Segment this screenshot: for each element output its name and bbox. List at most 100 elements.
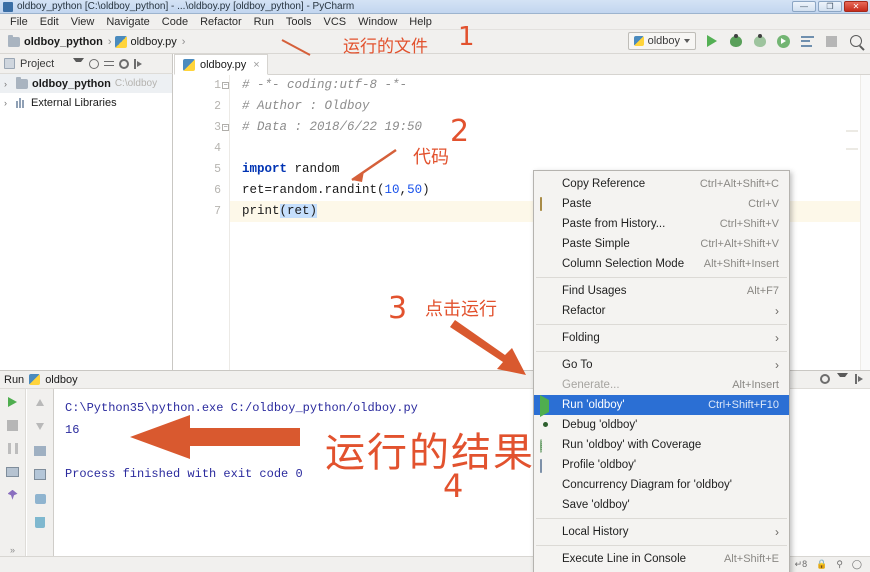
search-icon[interactable]: ◯ [852, 559, 862, 570]
close-button[interactable]: ✕ [844, 1, 868, 12]
menu-item-run-with-coverage[interactable]: Run 'oldboy' with Coverage [534, 435, 789, 455]
menu-item-debug-oldboy[interactable]: Debug 'oldboy' [534, 415, 789, 435]
coverage-button[interactable] [751, 33, 768, 50]
menu-vcs[interactable]: VCS [318, 14, 353, 30]
rerun-button[interactable] [5, 395, 20, 409]
breadcrumb-project-label: oldboy_python [24, 35, 103, 48]
menu-item-label: Paste [562, 198, 592, 210]
menu-window[interactable]: Window [352, 14, 403, 30]
lock-icon[interactable]: 🔒 [816, 559, 827, 570]
fold-marker-icon[interactable]: − [222, 124, 229, 131]
menu-tools[interactable]: Tools [280, 14, 318, 30]
menu-item-concurrency-diagram[interactable]: Concurrency Diagram for 'oldboy' [534, 475, 789, 495]
maximize-button[interactable]: ❐ [818, 1, 842, 12]
pin-icon[interactable]: ⚲ [836, 559, 843, 570]
pause-button[interactable] [5, 441, 20, 455]
editor-gutter: 1 2 3 4 5 6 7 − − [174, 75, 230, 370]
menu-item-label: Save 'oldboy' [562, 499, 630, 511]
export-icon[interactable] [33, 467, 48, 482]
code-line: # -*- coding:utf-8 -*- [230, 75, 870, 96]
menu-item-label: Paste from History... [562, 218, 666, 230]
tree-node-project-label: oldboy_python [32, 77, 111, 90]
line-number: 2 [214, 100, 221, 113]
breadcrumb-file[interactable]: oldboy.py [114, 35, 181, 48]
menu-item-folding[interactable]: Folding › [534, 328, 789, 348]
stop-button[interactable] [823, 33, 840, 50]
menu-file[interactable]: File [4, 14, 34, 30]
run-configuration-selector[interactable]: oldboy [627, 32, 696, 50]
menu-navigate[interactable]: Navigate [100, 14, 155, 30]
scroll-from-source-icon[interactable] [89, 58, 100, 69]
menu-item-profile-oldboy[interactable]: Profile 'oldboy' [534, 455, 789, 475]
hide-panel-icon[interactable] [855, 373, 864, 384]
up-arrow-icon[interactable] [33, 395, 48, 410]
menu-item-go-to[interactable]: Go To › [534, 355, 789, 375]
breadcrumb-project[interactable]: oldboy_python [8, 34, 107, 48]
menu-item-label: Column Selection Mode [562, 258, 685, 270]
menu-view[interactable]: View [65, 14, 101, 30]
run-actions-secondary [27, 389, 54, 557]
menu-help[interactable]: Help [403, 14, 438, 30]
tree-node-project[interactable]: › oldboy_python C:\oldboy [0, 74, 172, 93]
profile-icon [777, 34, 790, 48]
print-icon[interactable] [33, 491, 48, 506]
minimize-button[interactable]: — [792, 1, 816, 12]
chevron-right-icon: › [775, 304, 779, 318]
pycharm-window: oldboy_python [C:\oldboy_python] - ...\o… [0, 0, 870, 572]
menu-run[interactable]: Run [248, 14, 280, 30]
line-number: 6 [214, 184, 221, 197]
menu-separator [536, 324, 787, 325]
clipboard-icon [540, 197, 542, 211]
menu-edit[interactable]: Edit [34, 14, 65, 30]
search-everywhere-button[interactable] [847, 33, 864, 50]
menu-item-label: Concurrency Diagram for 'oldboy' [562, 479, 732, 491]
menu-item-save-oldboy[interactable]: Save 'oldboy' [534, 495, 789, 515]
menu-item-refactor[interactable]: Refactor › [534, 301, 789, 321]
menu-item-label: Refactor [562, 305, 606, 317]
menu-item-paste-simple[interactable]: Paste Simple Ctrl+Alt+Shift+V [534, 234, 789, 254]
menu-item-paste[interactable]: Paste Ctrl+V [534, 194, 789, 214]
chevron-down-icon[interactable] [73, 58, 85, 69]
encoding-icon[interactable]: ↵8 [795, 559, 808, 570]
fold-marker-icon[interactable]: − [222, 82, 229, 89]
menu-item-label: Generate... [562, 379, 620, 391]
down-arrow-icon[interactable] [33, 419, 48, 434]
editor-context-menu[interactable]: Copy Reference Ctrl+Alt+Shift+C Paste Ct… [533, 170, 790, 572]
debug-button[interactable] [727, 33, 744, 50]
menu-item-execute-line-in-console[interactable]: Execute Line in Console Alt+Shift+E [534, 549, 789, 569]
menu-code[interactable]: Code [156, 14, 194, 30]
soft-wrap-icon[interactable] [33, 443, 48, 458]
console-toggle-button[interactable] [5, 465, 20, 479]
lines-icon [801, 35, 814, 47]
menu-item-local-history[interactable]: Local History › [534, 522, 789, 542]
show-output-button[interactable] [799, 33, 816, 50]
trash-icon[interactable] [33, 515, 48, 530]
chevron-right-icon[interactable]: › [4, 79, 12, 89]
window-controls: — ❐ ✕ [792, 1, 868, 12]
menu-item-copy-reference[interactable]: Copy Reference Ctrl+Alt+Shift+C [534, 174, 789, 194]
more-actions-button[interactable]: » [5, 543, 20, 557]
close-icon[interactable]: × [253, 59, 259, 71]
gear-icon[interactable] [119, 58, 130, 69]
tab-oldboy-py[interactable]: oldboy.py × [174, 54, 268, 75]
hide-panel-icon[interactable] [134, 58, 143, 69]
menu-item-run-oldboy[interactable]: Run 'oldboy' Ctrl+Shift+F10 [534, 395, 789, 417]
collapse-all-icon[interactable] [104, 59, 115, 69]
line-number: 3 [214, 121, 221, 134]
editor-scrollbar[interactable] [860, 75, 870, 370]
run-button[interactable] [703, 33, 720, 50]
chevron-right-icon[interactable]: › [4, 98, 12, 108]
menu-refactor[interactable]: Refactor [194, 14, 248, 30]
menu-item-column-selection-mode[interactable]: Column Selection Mode Alt+Shift+Insert [534, 254, 789, 274]
menu-item-label: Copy Reference [562, 178, 646, 190]
chevron-down-icon[interactable] [837, 373, 848, 384]
menu-item-accelerator: Ctrl+V [748, 198, 779, 210]
pin-tab-button[interactable] [5, 488, 20, 502]
profile-button[interactable] [775, 33, 792, 50]
code-number: 10 [384, 183, 400, 197]
menu-item-find-usages[interactable]: Find Usages Alt+F7 [534, 281, 789, 301]
gear-icon[interactable] [820, 373, 830, 384]
tree-node-external-libraries[interactable]: › External Libraries [0, 93, 172, 112]
stop-button[interactable] [5, 418, 20, 432]
menu-item-paste-from-history[interactable]: Paste from History... Ctrl+Shift+V [534, 214, 789, 234]
